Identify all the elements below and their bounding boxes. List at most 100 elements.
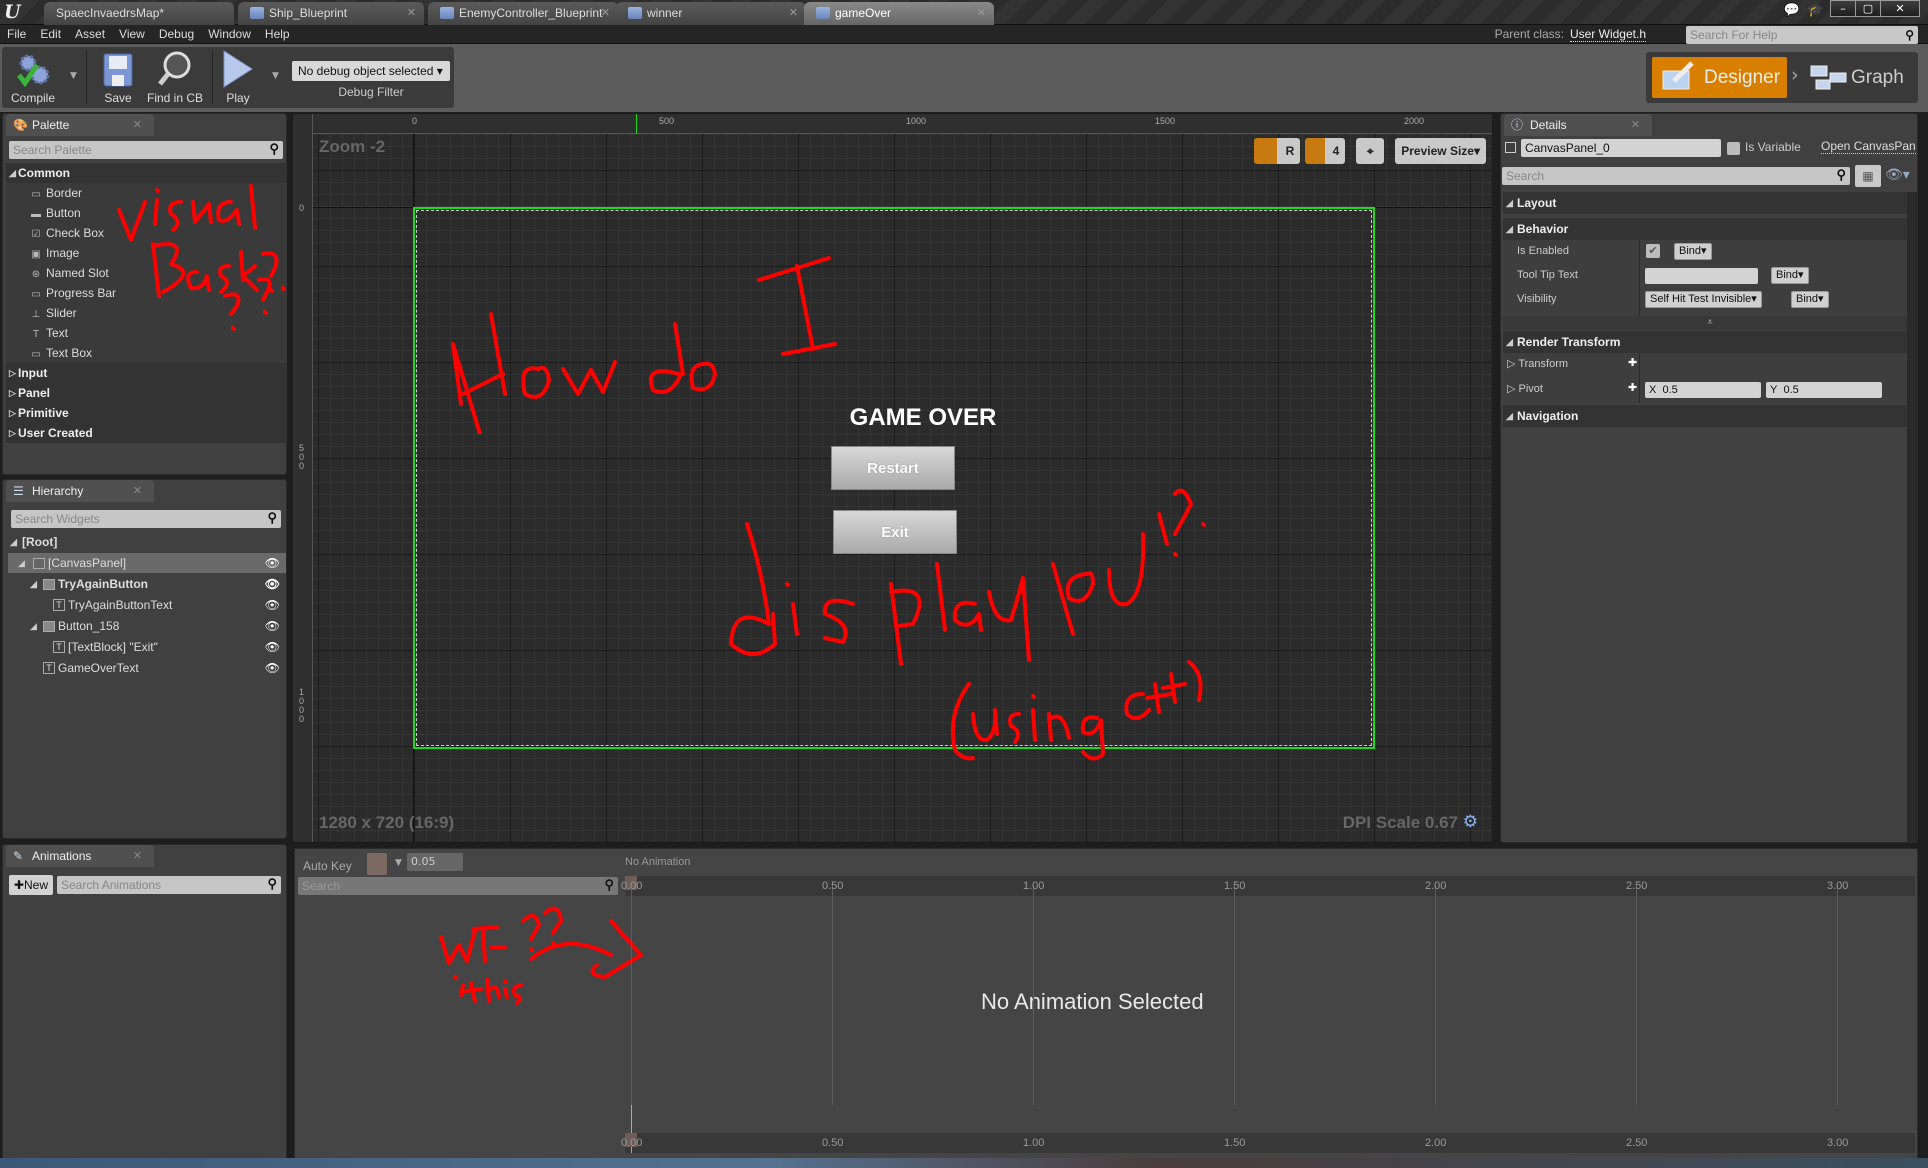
palette-item-check-box[interactable]: ☑ Check Box: [29, 223, 105, 243]
tab-ship-blueprint[interactable]: Ship_Blueprint ✕: [238, 2, 424, 25]
tree-node-textblock-exit[interactable]: T [TextBlock] "Exit" 👁: [8, 637, 286, 657]
tree-node-button-158[interactable]: ◢ Button_158 👁: [8, 616, 286, 636]
exit-button[interactable]: Exit: [833, 510, 957, 554]
game-over-text[interactable]: GAME OVER: [823, 404, 1023, 432]
menu-edit[interactable]: Edit: [33, 25, 68, 44]
menu-file[interactable]: File: [0, 25, 33, 44]
close-icon[interactable]: ✕: [133, 480, 142, 502]
visibility-eye-icon[interactable]: 👁: [265, 637, 280, 657]
save-button[interactable]: Save: [94, 47, 142, 108]
tab-winner[interactable]: winner ✕: [616, 2, 806, 25]
palette-item-image[interactable]: ▣ Image: [29, 243, 79, 263]
section-navigation[interactable]: ◢ Navigation: [1503, 405, 1917, 427]
menu-help[interactable]: Help: [258, 25, 297, 44]
animations-tab[interactable]: ✎ Animations ✕: [6, 845, 154, 867]
play-options-dropdown[interactable]: ▼: [272, 71, 279, 81]
tab-enemycontroller-blueprint[interactable]: EnemyController_Blueprint ✕: [428, 2, 618, 25]
visibility-filter-dropdown[interactable]: 👁▾: [1885, 167, 1910, 183]
tab-spaecinvaedrsmap[interactable]: SpaecInvaedrsMap*: [44, 2, 234, 25]
preview-size-dropdown[interactable]: Preview Size▾: [1395, 138, 1486, 164]
designer-viewport[interactable]: 0 500 1000 1500 2000 0 500 1000 Zoom -2 …: [292, 113, 1493, 843]
property-splitter[interactable]: [1639, 353, 1640, 403]
visibility-dropdown[interactable]: Self Hit Test Invisible▾: [1645, 291, 1762, 308]
reset-to-default-icon[interactable]: ✚: [1628, 356, 1637, 369]
category-primitive[interactable]: ▷ Primitive: [6, 403, 287, 423]
tooltip-text-input[interactable]: [1645, 268, 1758, 284]
tree-node-canvaspanel[interactable]: ◢ [CanvasPanel] 👁: [8, 553, 286, 573]
palette-item-slider[interactable]: ⊥ Slider: [29, 303, 77, 323]
visibility-eye-icon[interactable]: 👁: [265, 553, 280, 573]
hierarchy-search-input[interactable]: Search Widgets ⚲: [11, 510, 281, 528]
palette-item-text-box[interactable]: ▭ Text Box: [29, 343, 92, 363]
close-icon[interactable]: ✕: [407, 2, 416, 24]
auto-key-toggle[interactable]: [367, 853, 387, 875]
menu-debug[interactable]: Debug: [152, 25, 201, 44]
palette-item-button[interactable]: ▬ Button: [29, 203, 81, 223]
palette-tab[interactable]: 🎨 Palette ✕: [6, 114, 154, 136]
grid-snap-button[interactable]: 4: [1305, 138, 1346, 164]
is-enabled-checkbox[interactable]: ✔: [1646, 244, 1660, 258]
feedback-icon[interactable]: 💬: [1784, 3, 1800, 18]
tree-node-tryagainbuttontext[interactable]: T TryAgainButtonText 👁: [8, 595, 286, 615]
details-tab[interactable]: ⓘ Details ✕: [1504, 114, 1652, 136]
snap-interval-input[interactable]: 0.05: [407, 853, 463, 871]
close-icon[interactable]: ✕: [601, 2, 610, 24]
pivot-row[interactable]: ▷ Pivot: [1507, 382, 1543, 395]
tooltip-bind-dropdown[interactable]: Bind▾: [1771, 267, 1809, 284]
visibility-eye-icon[interactable]: 👁: [265, 595, 280, 615]
category-panel[interactable]: ▷ Panel: [6, 383, 287, 403]
compile-options-dropdown[interactable]: ▼: [70, 71, 77, 81]
palette-search-input[interactable]: Search Palette ⚲: [9, 141, 283, 159]
open-canvaspanel-link[interactable]: Open CanvasPan: [1821, 139, 1916, 154]
visibility-bind-dropdown[interactable]: Bind▾: [1791, 291, 1829, 308]
visibility-eye-icon[interactable]: 👁: [265, 616, 280, 636]
minimize-button[interactable]: –: [1830, 0, 1856, 17]
menu-view[interactable]: View: [112, 25, 152, 44]
close-icon[interactable]: ✕: [977, 2, 986, 24]
palette-item-progress-bar[interactable]: ▭ Progress Bar: [29, 283, 116, 303]
tutorial-icon[interactable]: 🎓: [1808, 3, 1824, 18]
section-layout[interactable]: ◢ Layout: [1503, 192, 1917, 214]
compile-button[interactable]: Compile: [4, 47, 62, 108]
pivot-y-input[interactable]: Y 0.5: [1766, 382, 1882, 398]
details-search-input[interactable]: Search ⚲: [1502, 167, 1850, 185]
help-search-input[interactable]: Search For Help ⚲: [1686, 26, 1918, 44]
close-icon[interactable]: ✕: [1631, 114, 1640, 136]
close-icon[interactable]: ✕: [789, 2, 798, 24]
top-time-ruler[interactable]: [625, 876, 1915, 896]
palette-item-border[interactable]: ▭ Border: [29, 183, 82, 203]
tree-node-gameovertext[interactable]: T GameOverText 👁: [8, 658, 286, 678]
visibility-eye-icon[interactable]: 👁: [265, 658, 280, 678]
pivot-x-input[interactable]: X 0.5: [1645, 382, 1761, 398]
advanced-expander[interactable]: ⩡: [1503, 316, 1917, 330]
hierarchy-tab[interactable]: ☰ Hierarchy ✕: [6, 480, 154, 502]
snap-dropdown[interactable]: ▼: [395, 858, 402, 868]
is-variable-checkbox[interactable]: [1727, 142, 1740, 155]
category-user-created[interactable]: ▷ User Created: [6, 423, 287, 443]
close-button[interactable]: ✕: [1880, 0, 1920, 17]
category-input[interactable]: ▷ Input: [6, 363, 287, 383]
close-icon[interactable]: ✕: [133, 845, 142, 867]
visibility-eye-icon[interactable]: 👁: [265, 574, 280, 594]
tree-node-tryagainbutton[interactable]: ◢ TryAgainButton 👁: [8, 574, 286, 594]
restart-button[interactable]: Restart: [831, 446, 955, 490]
gear-icon[interactable]: ⚙: [1463, 812, 1478, 832]
category-common[interactable]: ◢ Common: [6, 163, 287, 183]
region-toggle-button[interactable]: R: [1254, 138, 1301, 164]
track-search-input[interactable]: Search ⚲: [298, 877, 618, 895]
zoom-to-fit-button[interactable]: ⌖: [1356, 138, 1385, 164]
transform-row[interactable]: ▷ Transform: [1507, 357, 1568, 370]
play-button[interactable]: Play: [216, 47, 260, 108]
reset-to-default-icon[interactable]: ✚: [1628, 381, 1637, 394]
maximize-button[interactable]: ▢: [1855, 0, 1881, 17]
palette-item-text[interactable]: T Text: [29, 323, 68, 343]
widget-name-input[interactable]: CanvasPanel_0: [1521, 139, 1721, 157]
designer-mode-button[interactable]: Designer: [1652, 57, 1787, 98]
tree-node-root[interactable]: ◢ [Root]: [8, 532, 286, 552]
details-scrollbar[interactable]: [1907, 192, 1917, 842]
tab-gameover[interactable]: gameOver ✕: [804, 2, 994, 25]
palette-item-named-slot[interactable]: ⊛ Named Slot: [29, 263, 109, 283]
animations-search-input[interactable]: Search Animations ⚲: [57, 876, 281, 894]
graph-mode-button[interactable]: Graph: [1806, 57, 1914, 98]
bottom-time-ruler[interactable]: [625, 1133, 1915, 1153]
